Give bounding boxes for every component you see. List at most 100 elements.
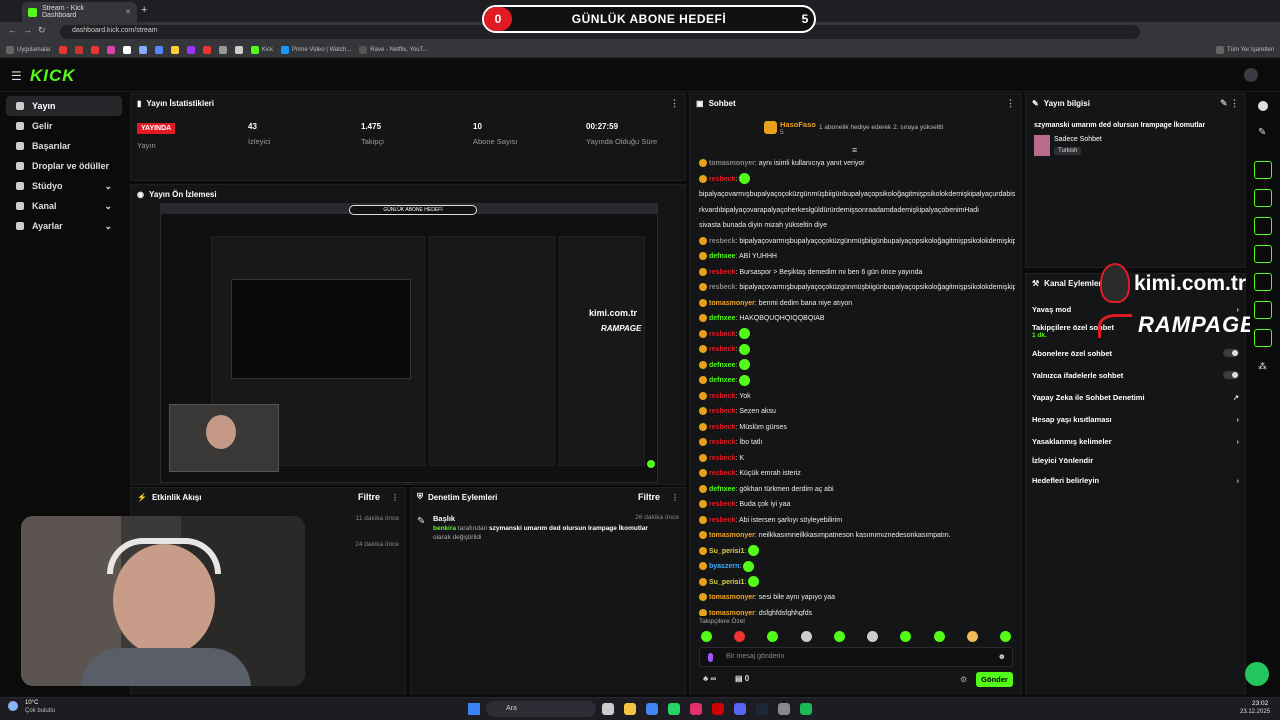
chat-username[interactable]: resbeck [709,501,735,508]
bookmark-prime[interactable]: Prime Video | Watch... [281,45,351,54]
chat-username[interactable]: defnxee [709,362,735,369]
chat-username[interactable]: resbeck [709,393,735,400]
nav-buttons[interactable]: ←→↻ [8,25,52,36]
channel-points[interactable]: ♣ ∞ [703,674,716,683]
emote-icon[interactable] [833,631,845,642]
chat-username[interactable]: byaszern [709,563,739,570]
discord-icon[interactable] [734,703,746,715]
action-goals[interactable]: Hedefleri belirleyin › [1026,469,1245,491]
preview-video[interactable]: GÜNLÜK ABONE HEDEFİ kimi.com.tr RAMPAGE [160,203,658,483]
chat-username[interactable]: tomasmonyer [709,610,755,617]
chat-username[interactable]: resbeck [709,176,735,183]
chat-username[interactable]: resbeck [709,346,735,353]
task-view-icon[interactable] [602,703,614,715]
emote-icon[interactable] [767,631,779,642]
chat-username[interactable]: tomasmonyer [709,594,755,601]
emote-icon[interactable] [867,631,879,642]
sidebar-item-droplar[interactable]: Droplar ve ödüller [6,156,122,176]
sidebar-item-gelir[interactable]: Gelir [6,116,122,136]
more-icon[interactable]: ⋮ [671,493,679,502]
chat-username[interactable]: tomasmonyer [709,160,755,167]
action-raid[interactable]: İzleyici Yönlendir [1026,452,1245,469]
pencil-icon[interactable]: ✎ [1258,127,1266,138]
emote-icon[interactable] [734,631,746,642]
bookmark-kick[interactable]: Kick [250,45,273,54]
rail-button-icon[interactable] [1254,301,1272,319]
spotify-icon[interactable] [800,703,812,715]
edit-icon[interactable]: ✎ ⋮ [1220,98,1239,109]
sidebar-item-basarilar[interactable]: Başarılar [6,136,122,156]
netflix-icon[interactable] [712,703,724,715]
bookmark-rave[interactable]: Rave - Netflix, YouT... [359,45,428,54]
sidebar-item-studyo[interactable]: Stüdyo ⌄ [6,176,122,196]
rail-button-icon[interactable] [1254,273,1272,291]
rail-button-icon[interactable] [1254,161,1272,179]
rail-button-icon[interactable] [1254,329,1272,347]
chat-username[interactable]: defnxee [709,315,735,322]
steam-icon[interactable] [756,703,768,715]
layout-icon[interactable]: ⁂ [1258,361,1267,372]
emote-icon[interactable] [800,631,812,642]
filter-button[interactable]: Filtre [358,492,380,502]
action-banned-words[interactable]: Yasaklanmış kelimeler › [1026,430,1245,452]
browser-tab[interactable]: Stream - Kick Dashboard ✕ [22,2,137,22]
chat-username[interactable]: resbeck [709,439,735,446]
bookmark-apps[interactable]: Uygulamalar [6,45,51,54]
send-button[interactable]: Gönder [976,672,1013,687]
action-account-age[interactable]: Hesap yaşı kısıtlaması › [1026,408,1245,430]
emote-icon[interactable] [933,631,945,642]
new-tab-icon[interactable]: + [141,4,147,16]
more-icon[interactable]: ⋮ [670,98,679,109]
toggle-switch[interactable] [1223,371,1239,379]
chat-username[interactable]: resbeck [709,238,735,245]
obs-icon[interactable] [778,703,790,715]
chat-username[interactable]: Su_perisi1 [709,548,744,555]
all-bookmarks[interactable]: Tüm Yer İşaretleri [1215,45,1274,54]
settings-icon[interactable]: ⚙ [960,675,967,684]
whatsapp-icon[interactable] [668,703,680,715]
filter-button[interactable]: Filtre [638,492,660,502]
avatar[interactable] [1244,68,1258,82]
chat-username[interactable]: defnxee [709,253,735,260]
chat-username[interactable]: defnxee [709,486,735,493]
info-icon[interactable] [1258,101,1268,111]
taskbar-search[interactable]: Ara [486,701,596,717]
chat-username[interactable]: resbeck [709,269,735,276]
rail-button-icon[interactable] [1254,217,1272,235]
chat-username[interactable]: resbeck [709,470,735,477]
chat-input[interactable]: Bir mesaj gönderin ☻ [699,647,1013,667]
chat-username[interactable]: resbeck [709,517,735,524]
chat-username[interactable]: defnxee [709,377,735,384]
chat-username[interactable]: Su_perisi1 [709,579,744,586]
claim-count[interactable]: ▤ 0 [735,674,749,683]
chat-username[interactable]: tomasmonyer [709,532,755,539]
kick-logo[interactable]: KICK [30,66,76,86]
sidebar-item-ayarlar[interactable]: Ayarlar ⌄ [6,216,122,236]
chat-username[interactable]: resbeck [709,424,735,431]
emote-icon[interactable] [701,631,712,642]
more-icon[interactable]: ⋮ [391,493,399,502]
action-subs-only[interactable]: Abonelere özel sohbet [1026,342,1245,364]
close-tab-icon[interactable]: ✕ [125,8,131,16]
collapse-icon[interactable]: ≡ [852,145,857,155]
emote-icon[interactable] [900,631,912,642]
more-icon[interactable]: ⋮ [1006,98,1015,109]
chat-username[interactable]: resbeck [709,455,735,462]
action-emote-only[interactable]: Yalnızca ifadelerle sohbet [1026,364,1245,386]
chat-username[interactable]: tomasmonyer [709,300,755,307]
chat-username[interactable]: resbeck [709,331,735,338]
rail-button-icon[interactable] [1254,189,1272,207]
chat-username[interactable]: resbeck [709,408,735,415]
explorer-icon[interactable] [624,703,636,715]
clock[interactable]: 23:02 [1252,700,1268,707]
help-chat-icon[interactable] [1245,662,1269,686]
emoji-icon[interactable]: ☻ [998,652,1006,661]
emote-icon[interactable] [966,631,978,642]
chat-username[interactable]: resbeck [709,284,735,291]
chrome-icon[interactable] [646,703,658,715]
sidebar-item-kanal[interactable]: Kanal ⌄ [6,196,122,216]
rail-button-icon[interactable] [1254,245,1272,263]
toggle-switch[interactable] [1223,349,1239,357]
start-icon[interactable] [468,703,480,715]
sidebar-item-yayin[interactable]: Yayın [6,96,122,116]
